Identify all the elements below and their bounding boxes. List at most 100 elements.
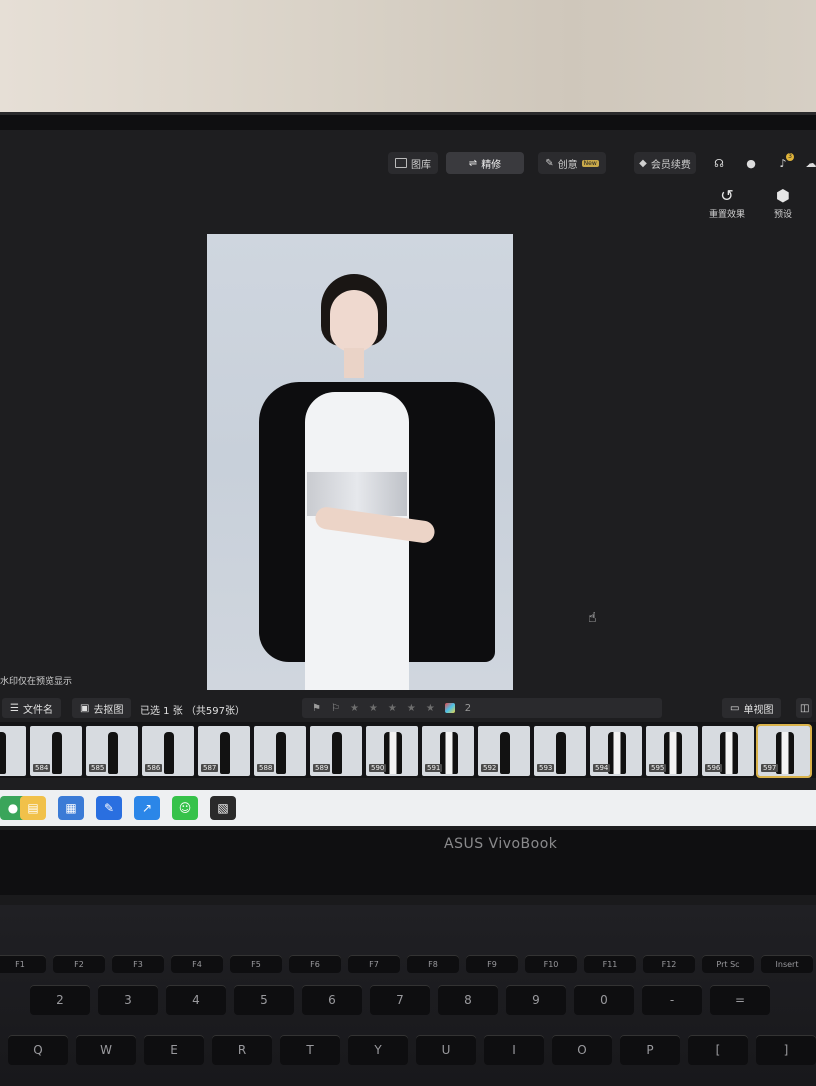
filename-sort-button[interactable]: ☰ 文件名 bbox=[2, 698, 61, 718]
keyboard-key[interactable]: F10 bbox=[525, 955, 577, 973]
figure-dress bbox=[305, 392, 409, 690]
thumbnail-number: 585 bbox=[89, 764, 107, 772]
hand-cursor-icon: ☝ bbox=[588, 610, 597, 626]
headset-icon[interactable]: ☊ bbox=[712, 156, 726, 170]
keyboard-key[interactable]: 5 bbox=[234, 985, 294, 1015]
star-icon[interactable]: ★ bbox=[426, 703, 435, 714]
star-icon[interactable]: ★ bbox=[369, 703, 378, 714]
keyboard-key[interactable]: ] bbox=[756, 1035, 816, 1065]
keyboard-key[interactable]: 3 bbox=[98, 985, 158, 1015]
keyboard-key[interactable]: [ bbox=[688, 1035, 748, 1065]
filmstrip-thumbnail[interactable]: 587 bbox=[198, 726, 250, 776]
store-icon[interactable]: ▦ bbox=[58, 796, 84, 820]
keyboard-key[interactable]: = bbox=[710, 985, 770, 1015]
wechat-icon[interactable]: ☺ bbox=[172, 796, 198, 820]
tab-creative[interactable]: ✎ 创意 New bbox=[538, 152, 606, 174]
filmstrip-thumbnail[interactable]: 594 bbox=[590, 726, 642, 776]
filmstrip-thumbnail[interactable]: 585 bbox=[86, 726, 138, 776]
filmstrip-thumbnail[interactable]: 597 bbox=[756, 724, 812, 778]
thumbnail-figure bbox=[0, 732, 6, 774]
compare-view-button[interactable]: ◫ bbox=[796, 698, 812, 718]
thumbnail-number: 590 bbox=[369, 764, 387, 772]
thumbnail-number: 589 bbox=[313, 764, 331, 772]
keyboard-key[interactable]: 8 bbox=[438, 985, 498, 1015]
thumbnail-figure bbox=[108, 732, 118, 774]
user-icon[interactable]: ● bbox=[744, 156, 758, 170]
keyboard-key[interactable]: F2 bbox=[53, 955, 105, 973]
filmstrip-thumbnail[interactable]: 589 bbox=[310, 726, 362, 776]
star-icon[interactable]: ★ bbox=[407, 703, 416, 714]
reset-effect-button[interactable]: ↺ 重置效果 bbox=[702, 186, 752, 220]
star-icon[interactable]: ★ bbox=[350, 703, 359, 714]
filmstrip-thumbnail[interactable]: 596 bbox=[702, 726, 754, 776]
thumbnail-number: 594 bbox=[593, 764, 611, 772]
photo-preview[interactable] bbox=[207, 234, 513, 690]
keyboard-key[interactable]: Prt Sc bbox=[702, 955, 754, 973]
keyboard-key[interactable]: I bbox=[484, 1035, 544, 1065]
keyboard-key[interactable]: F4 bbox=[171, 955, 223, 973]
keyboard-key[interactable]: F1 bbox=[0, 955, 46, 973]
tab-retouch[interactable]: ⇌ 精修 bbox=[446, 152, 524, 174]
tab-retouch-label: 精修 bbox=[481, 159, 502, 171]
keyboard-key[interactable]: W bbox=[76, 1035, 136, 1065]
keyboard-key[interactable]: F8 bbox=[407, 955, 459, 973]
keyboard-key[interactable]: E bbox=[144, 1035, 204, 1065]
bell-icon[interactable]: ♪ 3 bbox=[776, 153, 794, 170]
single-view-icon: ▭ bbox=[730, 702, 740, 714]
membership-button[interactable]: ◆ 会员续费 bbox=[634, 152, 696, 174]
filmstrip-thumbnail[interactable]: 593 bbox=[534, 726, 586, 776]
keyboard-key[interactable]: T bbox=[280, 1035, 340, 1065]
keyboard-key[interactable]: F12 bbox=[643, 955, 695, 973]
thumbnail-figure bbox=[440, 732, 458, 774]
keyboard-key[interactable]: F11 bbox=[584, 955, 636, 973]
keyboard-key[interactable]: F9 bbox=[466, 955, 518, 973]
color-label-icon[interactable] bbox=[444, 703, 455, 713]
photo-app-icon[interactable]: ▧ bbox=[210, 796, 236, 820]
keyboard-key[interactable]: F6 bbox=[289, 955, 341, 973]
file-explorer-icon[interactable]: ▤ bbox=[20, 796, 46, 820]
retouch-app-icon[interactable]: ↗ bbox=[134, 796, 160, 820]
thumbnail-figure bbox=[276, 732, 286, 774]
keyboard-key[interactable]: R bbox=[212, 1035, 272, 1065]
sliders-icon: ⇌ bbox=[468, 157, 478, 169]
filmstrip-thumbnail[interactable] bbox=[0, 726, 26, 776]
keyboard-key[interactable]: 7 bbox=[370, 985, 430, 1015]
keyboard-key[interactable]: U bbox=[416, 1035, 476, 1065]
notification-badge: 3 bbox=[786, 153, 794, 161]
cloud-icon[interactable]: ☁ bbox=[804, 156, 816, 170]
filmstrip-thumbnail[interactable]: 584 bbox=[30, 726, 82, 776]
star-icon[interactable]: ★ bbox=[388, 703, 397, 714]
tab-library[interactable]: 图库 bbox=[388, 152, 438, 174]
cutout-button[interactable]: ▣ 去抠图 bbox=[72, 698, 132, 718]
single-view-button[interactable]: ▭ 单视图 bbox=[722, 698, 782, 718]
creative-icon: ✎ bbox=[545, 157, 554, 169]
filmstrip-thumbnail[interactable]: 588 bbox=[254, 726, 306, 776]
keyboard-key[interactable]: Y bbox=[348, 1035, 408, 1065]
keyboard-key[interactable]: Q bbox=[8, 1035, 68, 1065]
flag-icon[interactable]: ⚑ bbox=[312, 703, 321, 714]
keyboard-key[interactable]: P bbox=[620, 1035, 680, 1065]
filmstrip-thumbnail[interactable]: 592 bbox=[478, 726, 530, 776]
filmstrip-thumbnail[interactable]: 591 bbox=[422, 726, 474, 776]
filmstrip-thumbnail[interactable]: 586 bbox=[142, 726, 194, 776]
bottom-toolbar: ☰ 文件名 ▣ 去抠图 已选 1 张 （共597张） ⚑ ⚐ ★ ★ ★ ★ ★… bbox=[0, 696, 816, 720]
reject-flag-icon[interactable]: ⚐ bbox=[331, 703, 340, 714]
keyboard-key[interactable]: 2 bbox=[30, 985, 90, 1015]
thumbnail-figure bbox=[500, 732, 510, 774]
keyboard-key[interactable]: 9 bbox=[506, 985, 566, 1015]
keyboard-key[interactable]: 4 bbox=[166, 985, 226, 1015]
filmstrip-thumbnail[interactable]: 590 bbox=[366, 726, 418, 776]
keyboard-key[interactable]: O bbox=[552, 1035, 612, 1065]
preset-button[interactable]: ⬢ 预设 bbox=[758, 186, 808, 220]
preset-label: 预设 bbox=[773, 210, 792, 220]
editor-app-icon[interactable]: ✎ bbox=[96, 796, 122, 820]
keyboard-key[interactable]: Insert bbox=[761, 955, 813, 973]
keyboard-key[interactable]: F5 bbox=[230, 955, 282, 973]
keyboard-key[interactable]: 0 bbox=[574, 985, 634, 1015]
keyboard-key[interactable]: - bbox=[642, 985, 702, 1015]
sort-icon: ☰ bbox=[10, 702, 19, 714]
keyboard-key[interactable]: F7 bbox=[348, 955, 400, 973]
keyboard-key[interactable]: 6 bbox=[302, 985, 362, 1015]
keyboard-key[interactable]: F3 bbox=[112, 955, 164, 973]
filmstrip-thumbnail[interactable]: 595 bbox=[646, 726, 698, 776]
